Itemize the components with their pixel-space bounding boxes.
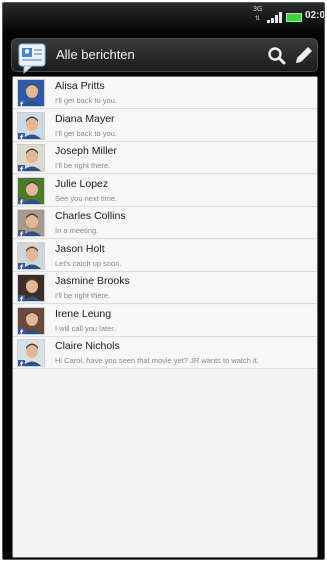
contact-avatar: f xyxy=(17,144,45,172)
conversation-row[interactable]: f Joseph Miller I'll be right there. xyxy=(13,142,317,174)
conversation-row[interactable]: f Jasmine Brooks I'll be right there. xyxy=(13,272,317,304)
contact-avatar: f xyxy=(17,176,45,205)
contact-name: Charles Collins xyxy=(55,210,126,222)
contact-avatar: f xyxy=(17,209,45,237)
message-preview: I'll get back to you. xyxy=(55,96,117,105)
conversation-row[interactable]: f Diana Mayer I'll get back to you. xyxy=(13,109,317,142)
contact-avatar: f xyxy=(17,241,45,270)
pencil-icon xyxy=(296,47,312,63)
conversation-row[interactable]: f Charles Collins In a meeting. xyxy=(13,207,317,239)
conversation-list: f Alisa Pritts I'll get back to you. f Diana… xyxy=(12,76,318,558)
network-type: 3G xyxy=(253,6,263,13)
search-icon xyxy=(268,47,286,65)
message-preview: Hi Carol, have you seen that movie yet? … xyxy=(55,356,259,365)
message-preview: I'll get back to you. xyxy=(55,128,117,138)
message-preview: In a meeting. xyxy=(55,226,99,235)
message-preview: I will call you later. xyxy=(55,323,116,333)
contact-avatar: f xyxy=(17,79,45,107)
battery-icon xyxy=(286,13,302,22)
contact-name: Diana Mayer xyxy=(55,112,115,125)
contact-avatar: f xyxy=(17,306,45,335)
messages-app-icon xyxy=(18,42,48,75)
status-bar: 3G ⇅ 02:03 xyxy=(3,3,325,29)
title-bar: Alle berichten xyxy=(11,38,318,75)
message-preview: I'll be right there. xyxy=(55,291,111,300)
contact-avatar: f xyxy=(17,274,45,302)
message-preview: I'll be right there. xyxy=(55,161,111,170)
compose-button[interactable] xyxy=(293,44,315,66)
conversation-row[interactable]: f Alisa Pritts I'll get back to you. xyxy=(13,77,317,109)
contact-avatar: f xyxy=(17,339,45,367)
phone-screen: 3G ⇅ 02:03 Alle berichten xyxy=(2,2,325,560)
conversation-row[interactable]: f Claire Nichols Hi Carol, have you seen t… xyxy=(13,337,317,369)
contact-name: Irene Leung xyxy=(55,307,112,320)
clock: 02:03 xyxy=(305,10,325,21)
contact-name: Joseph Miller xyxy=(55,145,117,157)
page-title: Alle berichten xyxy=(56,47,135,62)
contact-name: Jason Holt xyxy=(55,242,105,255)
message-preview: Let's catch up soon. xyxy=(55,258,122,268)
message-preview: See you next time. xyxy=(55,193,118,203)
conversation-row[interactable]: f Jason Holt Let's catch up soon. xyxy=(13,239,317,272)
contact-avatar: f xyxy=(17,111,45,140)
signal-icon xyxy=(267,12,283,23)
contact-name: Jasmine Brooks xyxy=(55,275,130,287)
contact-name: Claire Nichols xyxy=(55,340,120,352)
conversation-row[interactable]: f Irene Leung I will call you later. xyxy=(13,304,317,337)
contact-name: Alisa Pritts xyxy=(55,80,105,92)
conversation-row[interactable]: f Julie Lopez See you next time. xyxy=(13,174,317,207)
contact-name: Julie Lopez xyxy=(55,177,109,190)
data-activity-icon: ⇅ xyxy=(255,16,261,22)
search-button[interactable] xyxy=(266,45,288,67)
